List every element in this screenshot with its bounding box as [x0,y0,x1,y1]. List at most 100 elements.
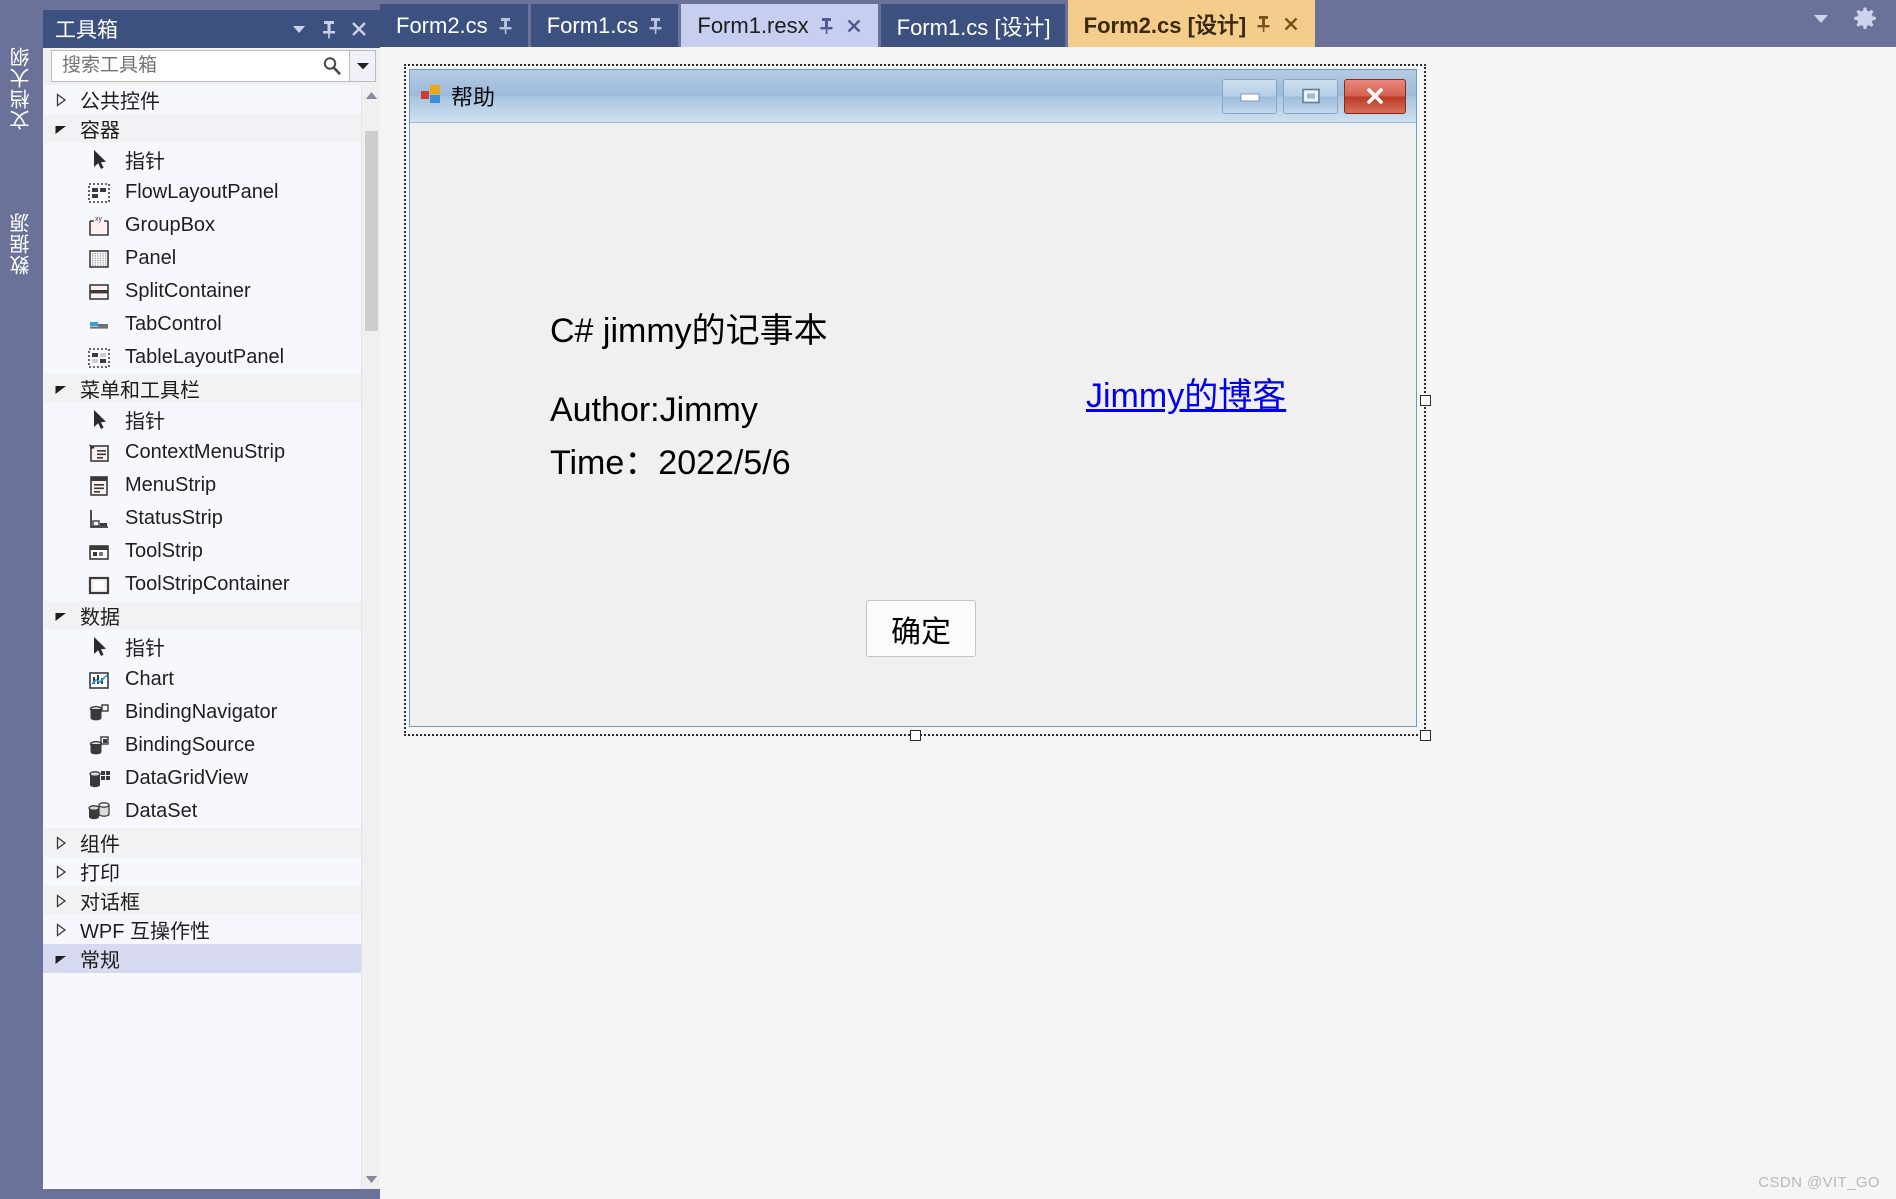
splitcontainer-icon [77,278,121,306]
toolbox-item[interactable]: TableLayoutPanel [43,341,361,374]
toolbox-item[interactable]: TabControl [43,308,361,341]
toolbox-item[interactable]: BindingSource [43,729,361,762]
close-icon[interactable] [1281,14,1301,34]
pointer-icon [77,146,121,174]
toolbox-item[interactable]: SplitContainer [43,275,361,308]
auto-hide-tab-strip: 文档大纲 数据源 [0,0,43,1199]
dataset-icon [77,798,121,826]
chevron-down-icon[interactable] [284,14,314,44]
toolbox-item[interactable]: 指针 [43,630,361,663]
toolbox-item[interactable]: ToolStrip [43,535,361,568]
pin-icon[interactable] [818,16,835,35]
toolbox-item[interactable]: ContextMenuStrip [43,436,361,469]
toolbox-category[interactable]: 公共控件 [43,85,361,114]
toolbox-tree[interactable]: 公共控件 容器 指针 FlowLayoutPanel xy GroupBox Panel Sp… [43,85,361,1189]
chevron-right-icon[interactable] [54,864,80,879]
pin-icon[interactable] [314,14,344,44]
toolbox-category[interactable]: 常规 [43,944,361,973]
search-field-container[interactable] [51,50,350,82]
close-icon[interactable] [844,16,864,36]
toolbox-category[interactable]: 菜单和工具栏 [43,374,361,403]
editor-tab[interactable]: Form1.cs [530,4,679,47]
scroll-down-button[interactable] [362,1169,380,1189]
label-time: Time：2022/5/6 [550,444,791,482]
tab-strip-actions [1810,6,1896,47]
chevron-right-icon[interactable] [54,835,80,850]
scrollbar-thumb[interactable] [365,131,378,331]
scrollbar-track[interactable] [362,105,380,1169]
toolbox-category[interactable]: 组件 [43,828,361,857]
pin-icon[interactable] [647,16,664,35]
chevron-right-icon[interactable] [54,893,80,908]
close-button[interactable] [1344,78,1406,114]
pin-icon[interactable] [497,16,514,35]
form-title-bar: 帮助 [410,70,1416,123]
close-icon[interactable] [344,14,374,44]
vertical-tab-label: 文档大纲 [11,46,33,130]
toolbox-category-label: 对话框 [80,892,140,914]
editor-tab[interactable]: Form2.cs [设计] [1067,0,1316,47]
toolbox-item-label: ToolStripContainer [125,573,290,595]
chevron-down-icon[interactable] [1810,12,1832,31]
editor-tab-label: Form1.cs [设计] [896,14,1051,40]
scroll-up-button[interactable] [362,85,380,105]
toolbox-item-label: FlowLayoutPanel [125,181,279,203]
toolbox-category[interactable]: 容器 [43,114,361,143]
vertical-tab-document-outline[interactable]: 文档大纲 [0,8,43,168]
gear-icon[interactable] [1852,6,1878,37]
chevron-right-icon[interactable] [54,92,80,107]
toolbox-category[interactable]: 打印 [43,857,361,886]
minimize-button[interactable] [1222,78,1277,114]
toolbox-scrollbar[interactable] [361,85,380,1189]
maximize-button[interactable] [1283,78,1338,114]
resize-grip-right[interactable] [1420,395,1431,406]
designed-form[interactable]: 帮助 C# jimmy的记事本 Author:Jimmy Time：2022/5… [409,69,1417,727]
toolstripcontainer-icon [77,571,121,599]
toolbox-item-label: DataSet [125,800,198,822]
toolbox-item[interactable]: Chart [43,663,361,696]
editor-tab[interactable]: Form2.cs [380,4,528,47]
search-options-dropdown[interactable] [350,50,376,82]
toolbox-item[interactable]: FlowLayoutPanel [43,176,361,209]
editor-tab[interactable]: Form1.cs [设计] [880,4,1065,47]
toolbox-item[interactable]: 指针 [43,403,361,436]
toolbox-category[interactable]: WPF 互操作性 [43,915,361,944]
search-icon[interactable] [321,55,343,77]
editor-tab[interactable]: Form1.resx [681,4,878,47]
bindingnavigator-icon [77,699,121,727]
form-designer-surface[interactable]: 帮助 C# jimmy的记事本 Author:Jimmy Time：2022/5… [380,47,1896,1199]
toolbox-category[interactable]: 对话框 [43,886,361,915]
toolbox-category-label: 常规 [80,950,120,972]
menustrip-icon [77,472,121,500]
chevron-down-icon[interactable] [54,122,80,136]
toolbox-item[interactable]: DataGridView [43,762,361,795]
contextmenustrip-icon [77,439,121,467]
search-input[interactable] [60,54,321,78]
resize-grip-bottom[interactable] [910,730,921,741]
pin-icon[interactable] [1255,14,1272,33]
toolbox-item-label: 指针 [125,638,165,660]
toolbox-item[interactable]: DataSet [43,795,361,828]
toolbox-item[interactable]: xy GroupBox [43,209,361,242]
toolbox-item[interactable]: Panel [43,242,361,275]
chevron-right-icon[interactable] [54,922,80,937]
chevron-down-icon[interactable] [54,952,80,966]
chevron-down-icon[interactable] [54,609,80,623]
link-label-blog[interactable]: Jimmy的博客 [1086,368,1286,417]
toolbox-item[interactable]: MenuStrip [43,469,361,502]
vertical-tab-data-sources[interactable]: 数据源 [0,178,43,308]
resize-grip-corner[interactable] [1420,730,1431,741]
toolbox-item[interactable]: ToolStripContainer [43,568,361,601]
chevron-down-icon[interactable] [54,382,80,396]
toolbox-item[interactable]: 指针 [43,143,361,176]
toolbox-category[interactable]: 数据 [43,601,361,630]
toolbox-item[interactable]: StatusStrip [43,502,361,535]
toolbox-category-label: 数据 [80,607,120,629]
statusstrip-icon [77,505,121,533]
groupbox-icon: xy [77,212,121,240]
form-client-area[interactable]: C# jimmy的记事本 Author:Jimmy Time：2022/5/6 … [410,123,1416,726]
toolbox-search-bar [43,48,380,85]
ok-button[interactable]: 确定 [866,600,976,657]
toolbox-item[interactable]: BindingNavigator [43,696,361,729]
form-title-text: 帮助 [451,85,496,110]
